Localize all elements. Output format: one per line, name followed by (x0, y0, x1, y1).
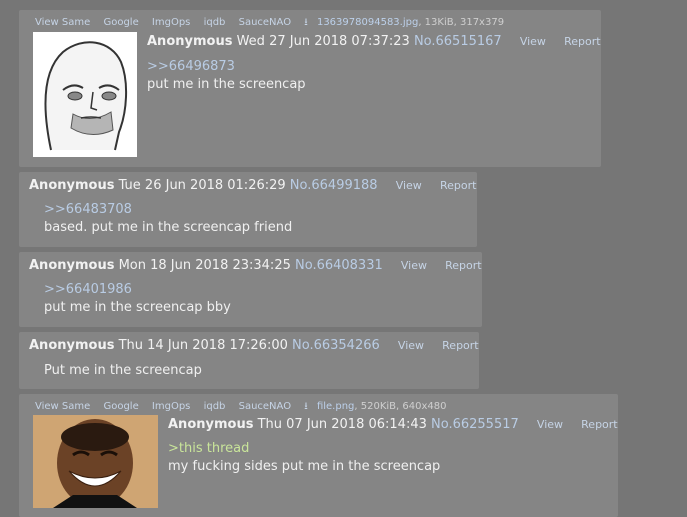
iqdb-link[interactable]: iqdb (204, 17, 226, 28)
poster-name: Anonymous (168, 417, 254, 432)
post-thumbnail[interactable] (33, 415, 158, 508)
image-search-tools: View Same Google ImgOps iqdb SauceNAO ⭳ … (35, 399, 447, 416)
poster-name: Anonymous (29, 338, 115, 353)
post-date: Mon 18 Jun 2018 23:34:25 (118, 258, 291, 273)
imgops-link[interactable]: ImgOps (152, 17, 190, 28)
post-date: Thu 14 Jun 2018 17:26:00 (118, 338, 288, 353)
post-number-link[interactable]: No.66255517 (431, 417, 519, 432)
post-number-link[interactable]: No.66408331 (295, 258, 383, 273)
laughing-man-image (33, 415, 158, 508)
file-name-link[interactable]: 1363978094583.jpg (317, 17, 418, 28)
quote-link[interactable]: >>66401986 (44, 281, 231, 299)
post-thumbnail[interactable] (33, 32, 137, 157)
view-link[interactable]: View (398, 339, 424, 352)
post-header: Anonymous Mon 18 Jun 2018 23:34:25 No.66… (29, 258, 482, 273)
poster-name: Anonymous (147, 34, 233, 49)
post-body: >>66401986 put me in the screencap bby (44, 281, 231, 317)
view-same-link[interactable]: View Same (35, 17, 90, 28)
post: View Same Google ImgOps iqdb SauceNAO ⭳ … (19, 394, 618, 517)
saucenao-link[interactable]: SauceNAO (239, 401, 291, 412)
image-search-tools: View Same Google ImgOps iqdb SauceNAO ⭳ … (35, 15, 504, 32)
post-body: >this thread my fucking sides put me in … (168, 440, 440, 476)
post-date: Tue 26 Jun 2018 01:26:29 (118, 178, 286, 193)
report-link[interactable]: Report (581, 418, 617, 431)
iqdb-link[interactable]: iqdb (204, 401, 226, 412)
file-name-link[interactable]: file.png (317, 401, 354, 412)
wojak-image (33, 32, 137, 157)
view-link[interactable]: View (401, 259, 427, 272)
greentext: >this thread (168, 441, 250, 456)
file-meta: , 520KiB, 640x480 (354, 401, 447, 412)
post-header: Anonymous Wed 27 Jun 2018 07:37:23 No.66… (147, 34, 601, 49)
view-link[interactable]: View (537, 418, 563, 431)
post-date: Wed 27 Jun 2018 07:37:23 (236, 34, 410, 49)
quote-link[interactable]: >>66496873 (147, 58, 306, 76)
post: View Same Google ImgOps iqdb SauceNAO ⭳ … (19, 10, 601, 167)
post-number-link[interactable]: No.66354266 (292, 338, 380, 353)
poster-name: Anonymous (29, 258, 115, 273)
download-icon[interactable]: ⭳ (304, 401, 308, 412)
saucenao-link[interactable]: SauceNAO (239, 17, 291, 28)
google-link[interactable]: Google (103, 401, 138, 412)
view-link[interactable]: View (520, 35, 546, 48)
post-text: based. put me in the screencap friend (44, 220, 293, 235)
file-meta: , 13KiB, 317x379 (418, 17, 505, 28)
post-number-link[interactable]: No.66515167 (414, 34, 502, 49)
post-header: Anonymous Thu 07 Jun 2018 06:14:43 No.66… (168, 417, 618, 432)
download-icon[interactable]: ⭳ (304, 17, 308, 28)
post-number-link[interactable]: No.66499188 (290, 178, 378, 193)
post-text: Put me in the screencap (44, 363, 202, 378)
poster-name: Anonymous (29, 178, 115, 193)
post-body: Put me in the screencap (44, 362, 202, 380)
report-link[interactable]: Report (564, 35, 600, 48)
post-text: my fucking sides put me in the screencap (168, 459, 441, 474)
imgops-link[interactable]: ImgOps (152, 401, 190, 412)
post: Anonymous Tue 26 Jun 2018 01:26:29 No.66… (19, 172, 477, 247)
post: Anonymous Thu 14 Jun 2018 17:26:00 No.66… (19, 332, 479, 389)
post: Anonymous Mon 18 Jun 2018 23:34:25 No.66… (19, 252, 482, 327)
view-same-link[interactable]: View Same (35, 401, 90, 412)
post-body: >>66483708 based. put me in the screenca… (44, 201, 292, 237)
post-body: >>66496873 put me in the screencap (147, 58, 306, 94)
post-header: Anonymous Thu 14 Jun 2018 17:26:00 No.66… (29, 338, 479, 353)
report-link[interactable]: Report (445, 259, 481, 272)
post-date: Thu 07 Jun 2018 06:14:43 (257, 417, 427, 432)
google-link[interactable]: Google (103, 17, 138, 28)
report-link[interactable]: Report (442, 339, 478, 352)
quote-link[interactable]: >>66483708 (44, 201, 292, 219)
post-text: put me in the screencap (147, 77, 306, 92)
report-link[interactable]: Report (440, 179, 476, 192)
post-text: put me in the screencap bby (44, 300, 231, 315)
post-header: Anonymous Tue 26 Jun 2018 01:26:29 No.66… (29, 178, 476, 193)
view-link[interactable]: View (396, 179, 422, 192)
